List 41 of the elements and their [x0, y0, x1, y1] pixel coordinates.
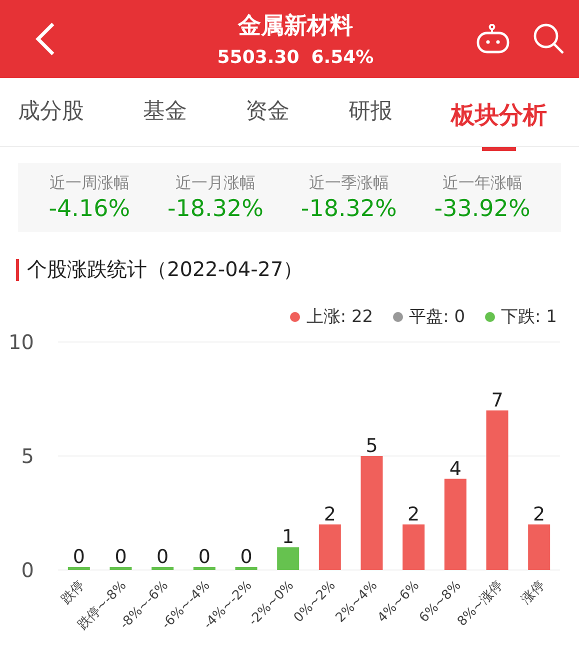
y-tick-label: 10 — [8, 330, 34, 354]
bar-value-label: 0 — [114, 546, 127, 568]
index-change: 6.54% — [311, 47, 374, 68]
bar-value-label: 5 — [366, 435, 378, 457]
stat-value: -33.92% — [434, 196, 530, 222]
y-tick-label: 5 — [21, 444, 34, 468]
bar-value-label: 2 — [533, 503, 546, 526]
bar-value-label: 1 — [282, 526, 294, 548]
tab[interactable]: 基金 — [142, 82, 187, 142]
stat-value: -4.16% — [48, 196, 130, 222]
y-tick-label: 0 — [21, 558, 34, 582]
back-icon[interactable] — [34, 22, 56, 56]
tab[interactable]: 板块分析 — [451, 84, 547, 152]
section-marker — [16, 258, 19, 280]
bar-value-label: 0 — [156, 546, 169, 568]
bar-value-label: 0 — [72, 546, 85, 568]
tab[interactable]: 资金 — [246, 82, 290, 142]
bar-value-label: 2 — [408, 503, 420, 526]
x-axis-label: 涨停 — [518, 578, 548, 608]
legend-label: 平盘: 0 — [409, 306, 466, 328]
legend-label: 上涨: 22 — [306, 306, 374, 328]
stat-label: 近一月涨幅 — [174, 173, 256, 194]
stat-label: 近一周涨幅 — [48, 173, 130, 194]
bar-value-label: 0 — [198, 546, 210, 568]
bar-value-label: 7 — [491, 389, 504, 412]
bar-value-label: 2 — [324, 503, 336, 526]
section-title: 个股涨跌统计（2022-04-27） — [27, 256, 304, 283]
bar-value-label: 0 — [240, 546, 252, 568]
bar-value-label: 4 — [449, 458, 462, 480]
stat-value: -18.32% — [300, 196, 397, 222]
header-title: 金属新材料 — [236, 12, 354, 41]
robot-icon[interactable] — [475, 24, 511, 54]
x-axis-label: 跌停 — [58, 578, 88, 608]
stat-label: 近一季涨幅 — [308, 173, 390, 194]
search-icon[interactable] — [533, 23, 565, 55]
legend-label: 下跌: 1 — [501, 306, 557, 328]
index-price: 5503.30 — [217, 47, 300, 68]
stat-label: 近一年涨幅 — [441, 173, 524, 194]
tab[interactable]: 研报 — [348, 82, 392, 142]
tab[interactable]: 成分股 — [18, 82, 84, 142]
stat-value: -18.32% — [167, 196, 264, 222]
